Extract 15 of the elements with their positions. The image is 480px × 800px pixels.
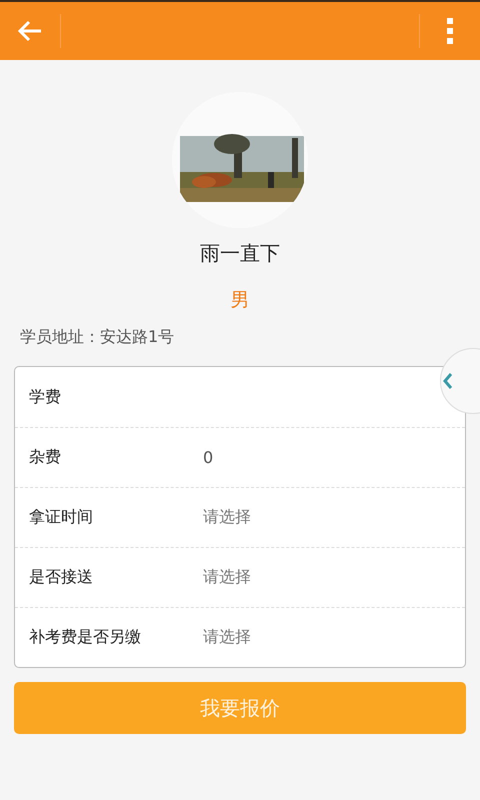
select-placeholder[interactable]: 请选择 [203, 627, 251, 648]
field-label: 补考费是否另缴 [29, 627, 142, 648]
field-label: 是否接送 [29, 567, 94, 588]
select-placeholder[interactable]: 请选择 [203, 507, 251, 528]
chevron-left-icon [443, 372, 453, 390]
field-label: 学费 [29, 386, 62, 408]
back-arrow-icon [17, 20, 43, 42]
gender-text: 男 [230, 288, 250, 313]
field-label: 拿证时间 [29, 507, 94, 528]
field-value: 0 [203, 448, 214, 467]
more-icon [447, 18, 453, 44]
select-placeholder[interactable]: 请选择 [203, 567, 251, 588]
address-text: 学员地址：安达路1号 [20, 327, 176, 348]
user-name: 雨一直下 [199, 240, 281, 267]
field-label: 杂费 [29, 447, 62, 468]
